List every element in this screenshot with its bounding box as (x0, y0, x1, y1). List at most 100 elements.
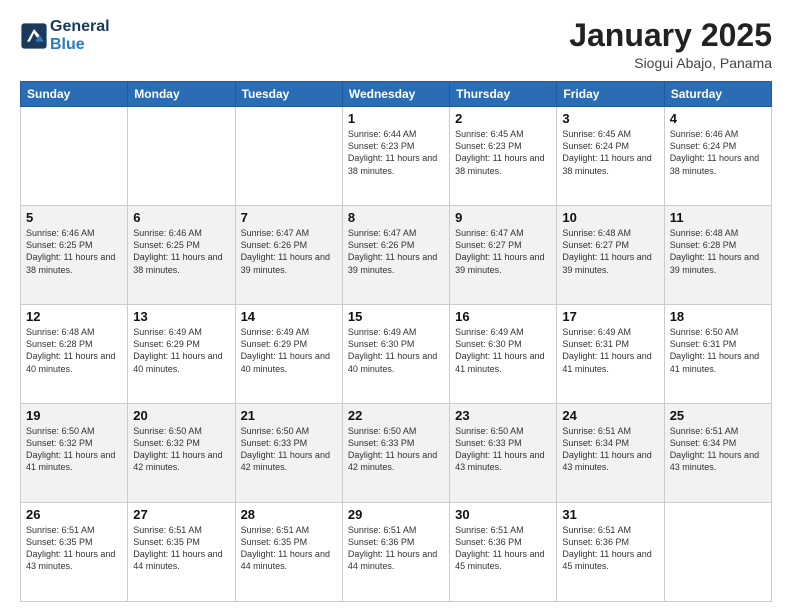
location-subtitle: Siogui Abajo, Panama (569, 55, 772, 71)
calendar-cell: 16 Sunrise: 6:49 AM Sunset: 6:30 PM Dayli… (450, 305, 557, 404)
day-info: Sunrise: 6:48 AM Sunset: 6:28 PM Dayligh… (26, 326, 122, 375)
calendar-cell: 29 Sunrise: 6:51 AM Sunset: 6:36 PM Dayli… (342, 503, 449, 602)
calendar-cell: 26 Sunrise: 6:51 AM Sunset: 6:35 PM Dayli… (21, 503, 128, 602)
day-header-saturday: Saturday (664, 82, 771, 107)
day-number: 22 (348, 408, 444, 423)
day-info: Sunrise: 6:47 AM Sunset: 6:26 PM Dayligh… (241, 227, 337, 276)
day-number: 1 (348, 111, 444, 126)
day-header-monday: Monday (128, 82, 235, 107)
day-info: Sunrise: 6:49 AM Sunset: 6:30 PM Dayligh… (455, 326, 551, 375)
day-info: Sunrise: 6:47 AM Sunset: 6:27 PM Dayligh… (455, 227, 551, 276)
day-info: Sunrise: 6:51 AM Sunset: 6:35 PM Dayligh… (241, 524, 337, 573)
day-number: 29 (348, 507, 444, 522)
day-number: 9 (455, 210, 551, 225)
calendar-cell: 28 Sunrise: 6:51 AM Sunset: 6:35 PM Dayli… (235, 503, 342, 602)
calendar-cell: 2Sunrise: 6:45 AM Sunset: 6:23 PM Daylig… (450, 107, 557, 206)
day-info: Sunrise: 6:51 AM Sunset: 6:35 PM Dayligh… (133, 524, 229, 573)
day-info: Sunrise: 6:51 AM Sunset: 6:36 PM Dayligh… (455, 524, 551, 573)
calendar-week-row: 19 Sunrise: 6:50 AM Sunset: 6:32 PM Dayli… (21, 404, 772, 503)
day-info: Sunrise: 6:46 AM Sunset: 6:25 PM Dayligh… (26, 227, 122, 276)
calendar-week-row: 1 Sunrise: 6:44 AM Sunset: 6:23 PM Daylig… (21, 107, 772, 206)
calendar-cell: 27 Sunrise: 6:51 AM Sunset: 6:35 PM Dayli… (128, 503, 235, 602)
day-number: 2 (455, 111, 551, 126)
calendar-cell (21, 107, 128, 206)
calendar-cell: 31 Sunrise: 6:51 AM Sunset: 6:36 PM Dayli… (557, 503, 664, 602)
calendar-cell: 17 Sunrise: 6:49 AM Sunset: 6:31 PM Dayli… (557, 305, 664, 404)
day-info: Sunrise: 6:46 AM Sunset: 6:25 PM Dayligh… (133, 227, 229, 276)
day-number: 25 (670, 408, 766, 423)
day-header-friday: Friday (557, 82, 664, 107)
day-number: 3 (562, 111, 658, 126)
day-info: Sunrise: 6:50 AM Sunset: 6:33 PM Dayligh… (241, 425, 337, 474)
day-header-sunday: Sunday (21, 82, 128, 107)
day-info: Sunrise: 6:51 AM Sunset: 6:35 PM Dayligh… (26, 524, 122, 573)
day-number: 12 (26, 309, 122, 324)
day-number: 13 (133, 309, 229, 324)
calendar-cell: 13Sunrise: 6:49 AM Sunset: 6:29 PM Dayli… (128, 305, 235, 404)
day-number: 14 (241, 309, 337, 324)
calendar-cell: 9 Sunrise: 6:47 AM Sunset: 6:27 PM Daylig… (450, 206, 557, 305)
calendar-cell: 1 Sunrise: 6:44 AM Sunset: 6:23 PM Daylig… (342, 107, 449, 206)
day-number: 15 (348, 309, 444, 324)
calendar-cell: 5 Sunrise: 6:46 AM Sunset: 6:25 PM Daylig… (21, 206, 128, 305)
day-header-tuesday: Tuesday (235, 82, 342, 107)
logo-icon (20, 22, 48, 50)
day-info: Sunrise: 6:51 AM Sunset: 6:36 PM Dayligh… (348, 524, 444, 573)
day-number: 28 (241, 507, 337, 522)
calendar-cell (664, 503, 771, 602)
day-info: Sunrise: 6:50 AM Sunset: 6:32 PM Dayligh… (133, 425, 229, 474)
calendar-cell: 23 Sunrise: 6:50 AM Sunset: 6:33 PM Dayli… (450, 404, 557, 503)
month-title: January 2025 (569, 18, 772, 53)
calendar-cell (235, 107, 342, 206)
day-number: 30 (455, 507, 551, 522)
title-block: January 2025 Siogui Abajo, Panama (569, 18, 772, 71)
day-info: Sunrise: 6:45 AM Sunset: 6:24 PM Dayligh… (562, 128, 658, 177)
day-number: 27 (133, 507, 229, 522)
day-number: 6 (133, 210, 229, 225)
calendar-cell: 30 Sunrise: 6:51 AM Sunset: 6:36 PM Dayli… (450, 503, 557, 602)
calendar-cell: 24Sunrise: 6:51 AM Sunset: 6:34 PM Dayli… (557, 404, 664, 503)
day-info: Sunrise: 6:49 AM Sunset: 6:29 PM Dayligh… (241, 326, 337, 375)
header: General Blue January 2025 Siogui Abajo, … (20, 18, 772, 71)
day-info: Sunrise: 6:50 AM Sunset: 6:33 PM Dayligh… (348, 425, 444, 474)
day-number: 11 (670, 210, 766, 225)
calendar-cell: 18 Sunrise: 6:50 AM Sunset: 6:31 PM Dayli… (664, 305, 771, 404)
day-info: Sunrise: 6:50 AM Sunset: 6:31 PM Dayligh… (670, 326, 766, 375)
day-number: 16 (455, 309, 551, 324)
day-number: 23 (455, 408, 551, 423)
day-info: Sunrise: 6:44 AM Sunset: 6:23 PM Dayligh… (348, 128, 444, 177)
calendar-cell: 12 Sunrise: 6:48 AM Sunset: 6:28 PM Dayli… (21, 305, 128, 404)
calendar-cell: 14 Sunrise: 6:49 AM Sunset: 6:29 PM Dayli… (235, 305, 342, 404)
day-number: 31 (562, 507, 658, 522)
calendar-week-row: 5 Sunrise: 6:46 AM Sunset: 6:25 PM Daylig… (21, 206, 772, 305)
calendar-cell: 25Sunrise: 6:51 AM Sunset: 6:34 PM Dayli… (664, 404, 771, 503)
day-number: 7 (241, 210, 337, 225)
day-info: Sunrise: 6:50 AM Sunset: 6:33 PM Dayligh… (455, 425, 551, 474)
calendar-cell: 15Sunrise: 6:49 AM Sunset: 6:30 PM Dayli… (342, 305, 449, 404)
calendar-cell: 10Sunrise: 6:48 AM Sunset: 6:27 PM Dayli… (557, 206, 664, 305)
day-header-wednesday: Wednesday (342, 82, 449, 107)
day-info: Sunrise: 6:46 AM Sunset: 6:24 PM Dayligh… (670, 128, 766, 177)
calendar-cell: 4 Sunrise: 6:46 AM Sunset: 6:24 PM Daylig… (664, 107, 771, 206)
calendar-cell: 8Sunrise: 6:47 AM Sunset: 6:26 PM Daylig… (342, 206, 449, 305)
calendar-week-row: 26 Sunrise: 6:51 AM Sunset: 6:35 PM Dayli… (21, 503, 772, 602)
page: General Blue January 2025 Siogui Abajo, … (0, 0, 792, 612)
day-number: 19 (26, 408, 122, 423)
logo-text: General Blue (50, 18, 110, 53)
day-header-thursday: Thursday (450, 82, 557, 107)
calendar-cell: 7 Sunrise: 6:47 AM Sunset: 6:26 PM Daylig… (235, 206, 342, 305)
calendar-cell (128, 107, 235, 206)
logo: General Blue (20, 18, 110, 53)
day-info: Sunrise: 6:51 AM Sunset: 6:34 PM Dayligh… (562, 425, 658, 474)
day-number: 5 (26, 210, 122, 225)
day-number: 8 (348, 210, 444, 225)
day-number: 18 (670, 309, 766, 324)
day-number: 26 (26, 507, 122, 522)
day-info: Sunrise: 6:49 AM Sunset: 6:31 PM Dayligh… (562, 326, 658, 375)
day-number: 17 (562, 309, 658, 324)
calendar-cell: 19Sunrise: 6:50 AM Sunset: 6:32 PM Dayli… (21, 404, 128, 503)
day-info: Sunrise: 6:51 AM Sunset: 6:36 PM Dayligh… (562, 524, 658, 573)
day-number: 4 (670, 111, 766, 126)
calendar-cell: 22 Sunrise: 6:50 AM Sunset: 6:33 PM Dayli… (342, 404, 449, 503)
calendar-week-row: 12 Sunrise: 6:48 AM Sunset: 6:28 PM Dayli… (21, 305, 772, 404)
